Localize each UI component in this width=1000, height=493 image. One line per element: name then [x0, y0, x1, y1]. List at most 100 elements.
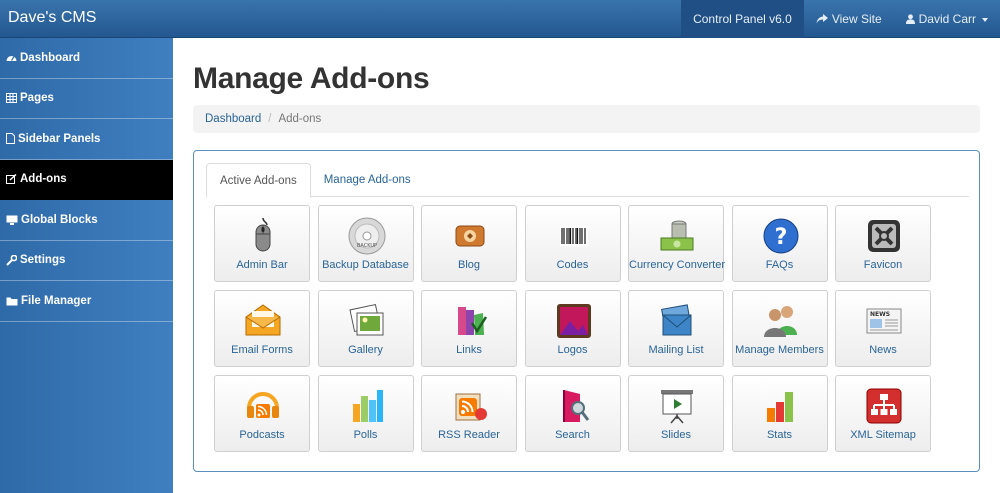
mouse-icon — [255, 217, 271, 252]
bar-chart-icon — [352, 390, 383, 422]
addon-tile-stats[interactable]: Stats — [731, 375, 828, 452]
addon-tile-manage-members[interactable]: Manage Members — [731, 290, 828, 367]
addon-tile-currency-converter[interactable]: Currency Converter — [628, 205, 725, 282]
dashboard-icon — [6, 55, 17, 61]
addon-label: Links — [456, 344, 482, 356]
user-icon — [905, 14, 915, 24]
addon-tile-gallery[interactable]: Gallery — [317, 290, 414, 367]
sidebar-item-label: Sidebar Panels — [18, 132, 101, 145]
sidebar-item-file-manager[interactable]: File Manager — [0, 281, 173, 322]
addon-label: Logos — [557, 344, 588, 356]
addon-tile-codes[interactable]: Codes — [524, 205, 621, 282]
addon-label: Manage Members — [735, 344, 824, 356]
sidebar-item-dashboard[interactable]: Dashboard — [0, 38, 173, 79]
addon-tile-search[interactable]: Search — [524, 375, 621, 452]
tab-manage-addons[interactable]: Manage Add-ons — [311, 163, 424, 197]
sidebar-item-label: File Manager — [21, 294, 92, 307]
folder-icon — [6, 297, 18, 306]
addon-label: RSS Reader — [438, 429, 500, 441]
addon-tile-xml-sitemap[interactable]: XML Sitemap — [835, 375, 931, 452]
addons-tabs: Active Add-ons Manage Add-ons — [206, 163, 969, 198]
sidebar: Dashboard Pages Sidebar Panels Add-ons G… — [0, 38, 173, 493]
money-icon — [660, 220, 694, 251]
presentation-icon — [661, 390, 693, 424]
addon-label: Mailing List — [648, 344, 704, 356]
breadcrumb-current: Add-ons — [278, 113, 322, 125]
svg-text:BACKUP: BACKUP — [356, 243, 376, 249]
addon-tile-favicon[interactable]: Favicon — [835, 205, 931, 282]
rss-icon — [455, 393, 487, 421]
user-menu[interactable]: David Carr — [894, 0, 1000, 38]
user-name: David Carr — [918, 12, 976, 26]
top-navbar: Dave's CMS Control Panel v6.0 View Site … — [0, 0, 1000, 38]
newspaper-icon: NEWS — [866, 308, 902, 334]
sidebar-item-label: Add-ons — [20, 173, 67, 186]
addon-label: Currency Converter — [629, 259, 725, 271]
brand-logo-text[interactable]: Dave's CMS — [8, 9, 96, 27]
addon-tile-links[interactable]: Links — [421, 290, 517, 367]
addon-label: Codes — [556, 259, 589, 271]
picture-icon — [556, 304, 591, 338]
blog-icon — [455, 225, 485, 247]
monitor-icon — [6, 215, 18, 225]
sidebar-item-label: Settings — [20, 254, 66, 267]
share-arrow-icon — [816, 14, 828, 24]
addon-tile-mailing-list[interactable]: Mailing List — [628, 290, 724, 367]
addon-tile-admin-bar[interactable]: Admin Bar — [214, 205, 310, 282]
addon-label: Blog — [457, 259, 481, 271]
addon-label: Gallery — [348, 344, 383, 356]
sidebar-item-add-ons[interactable]: Add-ons — [0, 159, 173, 200]
addon-tile-logos[interactable]: Logos — [524, 290, 621, 367]
addon-label: Email Forms — [231, 344, 293, 356]
addon-tile-blog[interactable]: Blog — [421, 205, 517, 282]
edit-icon — [6, 174, 17, 185]
addon-label: Stats — [766, 429, 793, 441]
addon-tile-backup-database[interactable]: BACKUP Backup Database — [317, 205, 414, 282]
addon-tile-polls[interactable]: Polls — [317, 375, 414, 452]
favicon-icon — [868, 220, 900, 252]
books-icon — [458, 307, 488, 335]
addon-tile-rss-reader[interactable]: RSS Reader — [421, 375, 517, 452]
barcode-icon — [559, 226, 588, 246]
addon-tile-slides[interactable]: Slides — [628, 375, 724, 452]
page-title: Manage Add-ons — [193, 62, 430, 95]
breadcrumb-separator: / — [268, 113, 272, 125]
sitemap-icon — [866, 388, 902, 424]
addons-panel: Active Add-ons Manage Add-ons Admin Bar … — [193, 150, 980, 472]
svg-text:?: ? — [774, 225, 787, 250]
sidebar-item-label: Global Blocks — [21, 213, 98, 226]
view-site-link[interactable]: View Site — [804, 0, 894, 38]
sidebar-item-global-blocks[interactable]: Global Blocks — [0, 200, 173, 241]
addon-label: Podcasts — [239, 429, 285, 441]
control-panel-link[interactable]: Control Panel v6.0 — [681, 0, 804, 38]
table-icon — [6, 93, 17, 104]
addon-label: Admin Bar — [236, 259, 288, 271]
addon-label: Polls — [353, 429, 378, 441]
question-icon: ? — [763, 218, 798, 254]
addon-label: News — [869, 344, 897, 356]
sidebar-item-label: Pages — [20, 92, 54, 105]
addon-tile-podcasts[interactable]: Podcasts — [214, 375, 310, 452]
view-site-label: View Site — [831, 12, 882, 26]
addon-tile-email-forms[interactable]: Email Forms — [214, 290, 310, 367]
tab-active-addons[interactable]: Active Add-ons — [206, 163, 311, 198]
addon-label: FAQs — [765, 259, 794, 271]
addon-tile-news[interactable]: NEWS News — [835, 290, 931, 367]
control-panel-label: Control Panel v6.0 — [693, 12, 792, 26]
addon-label: Search — [555, 429, 590, 441]
addon-label: Slides — [661, 429, 691, 441]
breadcrumb-dashboard-link[interactable]: Dashboard — [205, 113, 261, 125]
svg-text:NEWS: NEWS — [870, 311, 890, 318]
addon-tile-faqs[interactable]: ? FAQs — [731, 205, 828, 282]
sidebar-item-settings[interactable]: Settings — [0, 241, 173, 281]
file-icon — [6, 133, 15, 145]
wrench-icon — [6, 254, 17, 266]
envelope-icon — [245, 304, 281, 336]
sidebar-item-label: Dashboard — [20, 51, 81, 64]
sidebar-item-pages[interactable]: Pages — [0, 79, 173, 119]
sidebar-item-sidebar-panels[interactable]: Sidebar Panels — [0, 119, 173, 160]
addon-label: Favicon — [863, 259, 903, 271]
addon-label: Backup Database — [322, 259, 409, 271]
addon-label: XML Sitemap — [850, 429, 916, 441]
navbar-right: Control Panel v6.0 View Site David Carr — [681, 0, 1000, 38]
